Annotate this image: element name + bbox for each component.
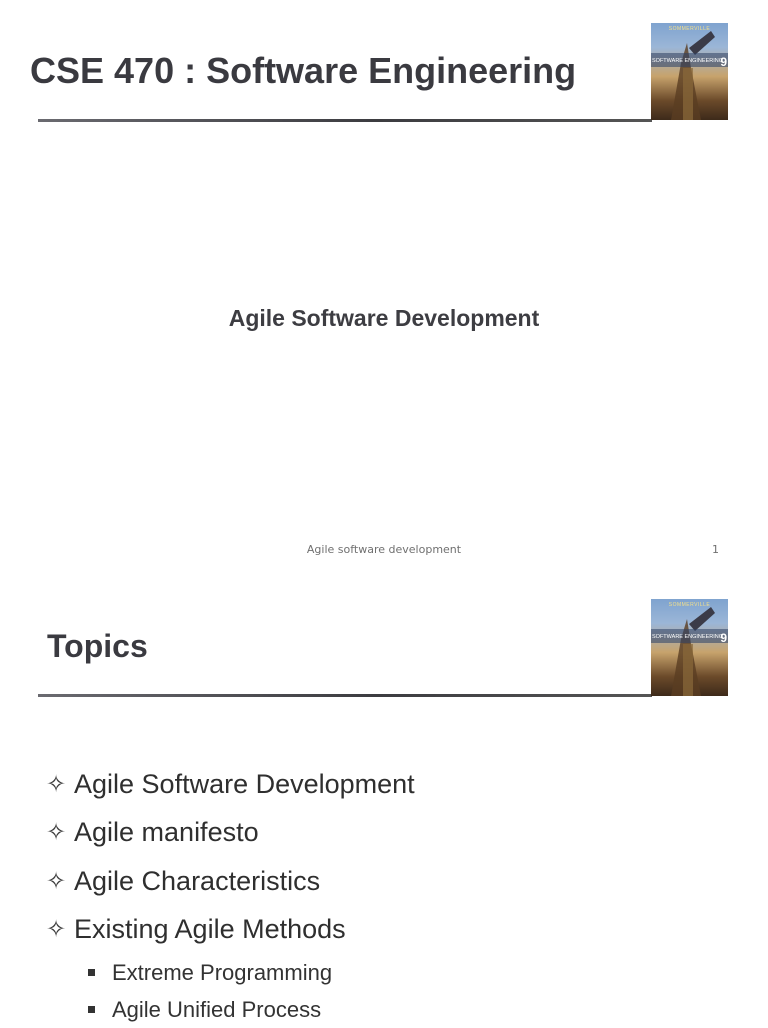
list-item: ✧ Existing Agile Methods — [46, 906, 415, 955]
topic-label: Existing Agile Methods — [74, 914, 346, 945]
slide-title: Topics — [47, 628, 148, 664]
book-cover-art — [651, 31, 728, 120]
list-item: ✧ Agile Characteristics — [46, 857, 415, 906]
book-cover-art — [651, 607, 728, 696]
book-author: SOMMERVILLE — [668, 602, 711, 608]
subtopics-container: Extreme Programming Agile Unified Proces… — [46, 954, 415, 1028]
four-point-star-icon: ✧ — [46, 916, 67, 944]
list-item: ✧ Agile Software Development — [46, 760, 415, 809]
page-number: 1 — [712, 543, 719, 556]
four-point-star-icon: ✧ — [46, 819, 67, 847]
four-point-star-icon: ✧ — [46, 867, 67, 895]
square-bullet-icon — [88, 969, 95, 976]
slide-subtitle: Agile Software Development — [228, 305, 540, 331]
slide-footer: Agile software development — [306, 543, 462, 556]
book-title: SOFTWARE ENGINEERING — [652, 634, 723, 640]
book-title: SOFTWARE ENGINEERING — [652, 58, 723, 64]
list-item: Extreme Programming — [84, 954, 415, 991]
list-item: ✧ Agile manifesto — [46, 809, 415, 858]
title-divider — [38, 694, 652, 697]
subtopic-label: Agile Unified Process — [112, 996, 322, 1022]
slide-title: CSE 470 : Software Engineering — [30, 50, 577, 91]
book-edition: 9 — [720, 631, 727, 645]
slide-2: Topics SOMMERVILLE SOFTWARE ENGINEERING … — [0, 576, 768, 1024]
topics-list: ✧ Agile Software Development ✧ Agile man… — [46, 760, 415, 1028]
subtopics-list: Extreme Programming Agile Unified Proces… — [46, 954, 415, 1028]
list-item: Agile Unified Process — [84, 991, 415, 1028]
topic-label: Agile manifesto — [74, 817, 259, 848]
book-cover-image: SOMMERVILLE SOFTWARE ENGINEERING 9 — [651, 23, 728, 120]
topic-label: Agile Characteristics — [74, 865, 321, 896]
four-point-star-icon: ✧ — [46, 770, 67, 798]
topic-label: Agile Software Development — [74, 768, 415, 799]
book-cover-image: SOMMERVILLE SOFTWARE ENGINEERING 9 — [651, 599, 728, 696]
square-bullet-icon — [88, 1006, 95, 1013]
slide-1: CSE 470 : Software Engineering SOMMERVIL… — [0, 0, 768, 576]
book-author: SOMMERVILLE — [668, 26, 711, 32]
subtopic-label: Extreme Programming — [112, 959, 333, 985]
title-divider — [38, 119, 652, 122]
book-edition: 9 — [720, 55, 727, 69]
